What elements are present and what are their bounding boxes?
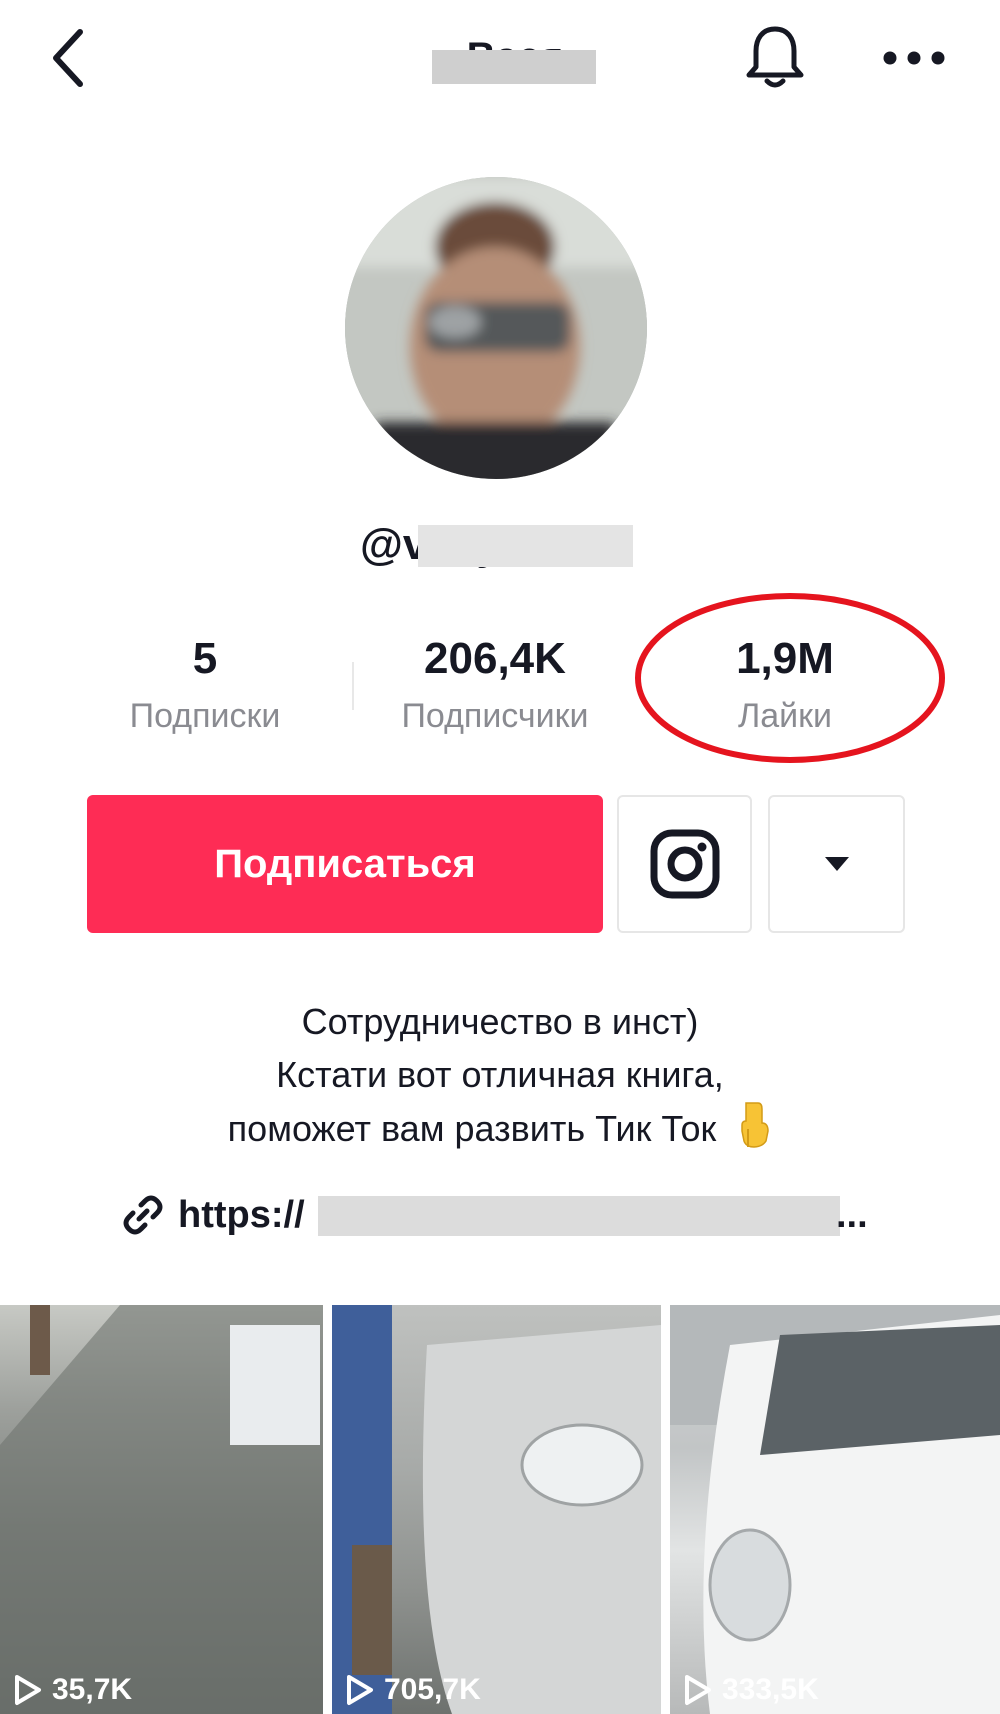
redaction-block <box>432 50 596 84</box>
view-count-text: 35,7K <box>52 1673 133 1706</box>
redaction-block <box>318 1196 840 1236</box>
profile-bio: Сотрудничество в инст) Кстати вот отличн… <box>100 995 900 1155</box>
bio-line: Кстати вот отличная книга, <box>276 1054 724 1095</box>
bell-icon <box>746 26 804 88</box>
stat-value: 5 <box>192 634 218 683</box>
more-horizontal-icon <box>883 51 945 65</box>
avatar[interactable] <box>345 177 647 479</box>
view-count: 705,7K <box>346 1666 481 1714</box>
notifications-button[interactable] <box>738 18 812 98</box>
thumbnail-image <box>0 1305 323 1714</box>
view-count: 35,7K <box>14 1666 132 1714</box>
stat-likes[interactable]: 1,9M Лайки <box>690 630 880 750</box>
redaction-block <box>418 525 633 567</box>
stat-following[interactable]: 5 Подписки <box>105 630 305 750</box>
link-text: https:// <box>178 1193 305 1236</box>
stat-divider <box>352 662 354 710</box>
link-ellipsis: ... <box>836 1194 868 1236</box>
video-thumbnail[interactable]: 333,5K <box>670 1305 1000 1714</box>
video-thumbnail[interactable]: 705,7K <box>332 1305 661 1714</box>
stat-followers[interactable]: 206,4K Подписчики <box>370 630 620 750</box>
bio-line-text: поможет вам развить Тик Ток <box>227 1108 717 1149</box>
instagram-icon <box>650 829 719 899</box>
more-options-button[interactable] <box>872 22 956 94</box>
stat-label: Подписчики <box>401 697 589 735</box>
view-count: 333,5K <box>684 1666 819 1714</box>
back-button[interactable] <box>36 22 100 94</box>
view-count-text: 705,7K <box>384 1673 481 1706</box>
stat-label: Лайки <box>737 697 833 735</box>
stat-value: 1,9M <box>736 634 834 683</box>
instagram-button[interactable] <box>617 795 752 933</box>
thumbnail-image <box>670 1305 1000 1714</box>
suggested-accounts-dropdown[interactable] <box>768 795 905 933</box>
bio-line-with-emoji: поможет вам развить Тик Ток <box>100 1101 900 1155</box>
play-icon <box>685 1675 711 1705</box>
pointing-down-hand-icon <box>741 1102 770 1148</box>
caret-down-icon <box>824 857 849 871</box>
play-icon <box>15 1675 41 1705</box>
play-icon <box>347 1675 373 1705</box>
chevron-left-icon <box>53 29 83 87</box>
stat-label: Подписки <box>129 697 281 735</box>
video-thumbnail[interactable]: 35,7K <box>0 1305 323 1714</box>
link-icon <box>118 1190 168 1240</box>
bio-line: Сотрудничество в инст) <box>301 1001 699 1042</box>
blurred-face-image <box>345 177 647 479</box>
follow-button[interactable]: Подписаться <box>87 795 603 933</box>
view-count-text: 333,5K <box>722 1673 819 1706</box>
stat-value: 206,4K <box>424 634 566 683</box>
thumbnail-image <box>332 1305 661 1714</box>
